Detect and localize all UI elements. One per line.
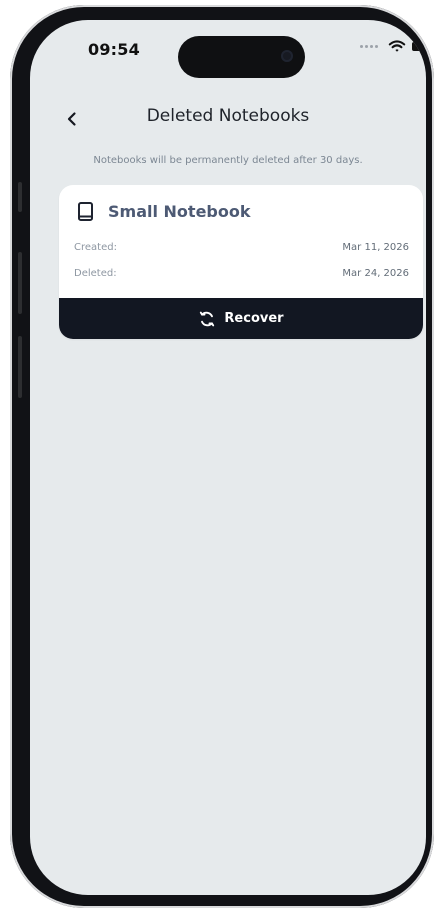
deletion-notice: Notebooks will be permanently deleted af…	[93, 155, 363, 166]
notebook-title: Small Notebook	[108, 202, 251, 221]
volume-up-button	[18, 252, 22, 314]
volume-down-button	[18, 336, 22, 398]
page-title: Deleted Notebooks	[146, 106, 310, 126]
refresh-icon	[200, 311, 215, 326]
status-time: 09:54	[88, 40, 140, 59]
created-date: Mar 11, 2026	[342, 242, 409, 253]
created-row: Created: Mar 11, 2026	[74, 242, 409, 253]
dynamic-island	[178, 36, 305, 78]
deleted-notebook-card: Small Notebook Created: Mar 11, 2026 Del…	[59, 185, 423, 339]
mute-switch	[18, 182, 22, 212]
navigation-header: Deleted Notebooks	[30, 102, 426, 136]
created-label: Created:	[74, 242, 117, 253]
deleted-label: Deleted:	[74, 268, 117, 279]
status-icons	[360, 40, 426, 53]
recover-button[interactable]: Recover	[59, 298, 423, 339]
wifi-icon	[388, 40, 406, 52]
front-camera-icon	[281, 50, 293, 62]
cellular-dots-icon	[360, 45, 378, 48]
notebook-title-row: Small Notebook	[76, 201, 251, 222]
recover-label: Recover	[224, 311, 284, 326]
deleted-date: Mar 24, 2026	[342, 268, 409, 279]
app-screen: 09:54 Deleted Notebooks Notebooks will b…	[30, 20, 426, 895]
deleted-row: Deleted: Mar 24, 2026	[74, 268, 409, 279]
book-icon	[78, 202, 93, 221]
phone-frame: 09:54 Deleted Notebooks Notebooks will b…	[10, 5, 434, 908]
battery-icon	[412, 42, 426, 51]
